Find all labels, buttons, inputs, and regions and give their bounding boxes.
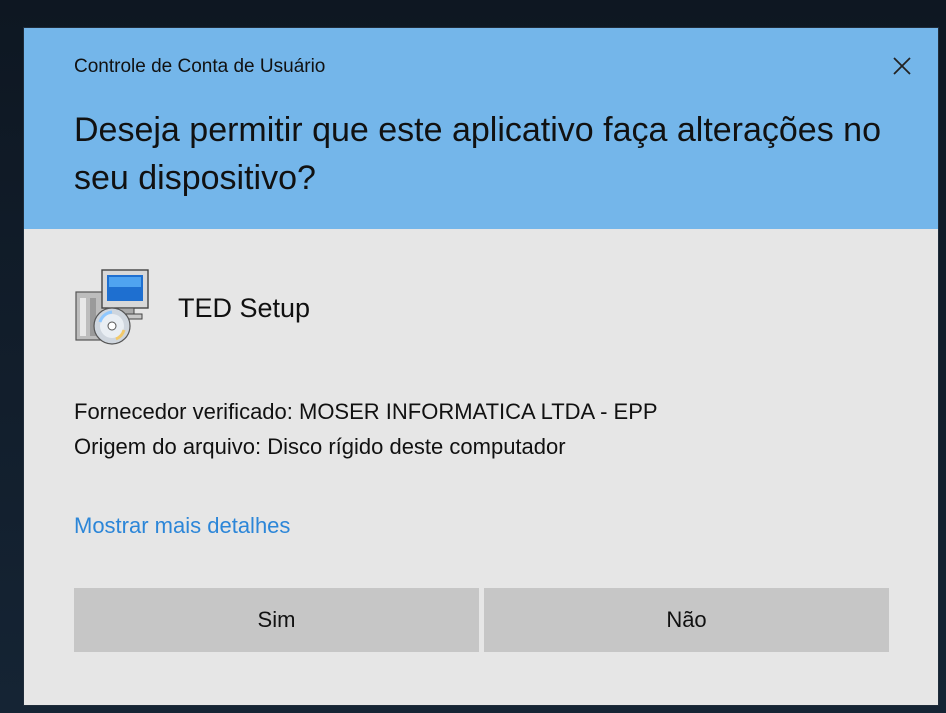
origin-line: Origem do arquivo: Disco rígido deste co… xyxy=(74,434,566,459)
app-details: Fornecedor verificado: MOSER INFORMATICA… xyxy=(74,394,658,464)
close-button[interactable] xyxy=(888,52,916,80)
yes-button[interactable]: Sim xyxy=(74,588,479,652)
installer-icon xyxy=(72,266,156,350)
app-name: TED Setup xyxy=(178,292,311,323)
dialog-question: Deseja permitir que este aplicativo faça… xyxy=(74,111,881,197)
app-row: TED Setup xyxy=(72,266,310,350)
dialog-caption: Controle de Conta de Usuário xyxy=(74,56,326,77)
close-icon xyxy=(893,57,911,75)
more-details-link[interactable]: Mostrar mais detalhes xyxy=(74,513,290,539)
no-button[interactable]: Não xyxy=(484,588,889,652)
publisher-line: Fornecedor verificado: MOSER INFORMATICA… xyxy=(74,399,658,424)
dialog-header: Controle de Conta de Usuário Deseja perm… xyxy=(24,28,938,229)
uac-dialog: Controle de Conta de Usuário Deseja perm… xyxy=(24,28,938,705)
